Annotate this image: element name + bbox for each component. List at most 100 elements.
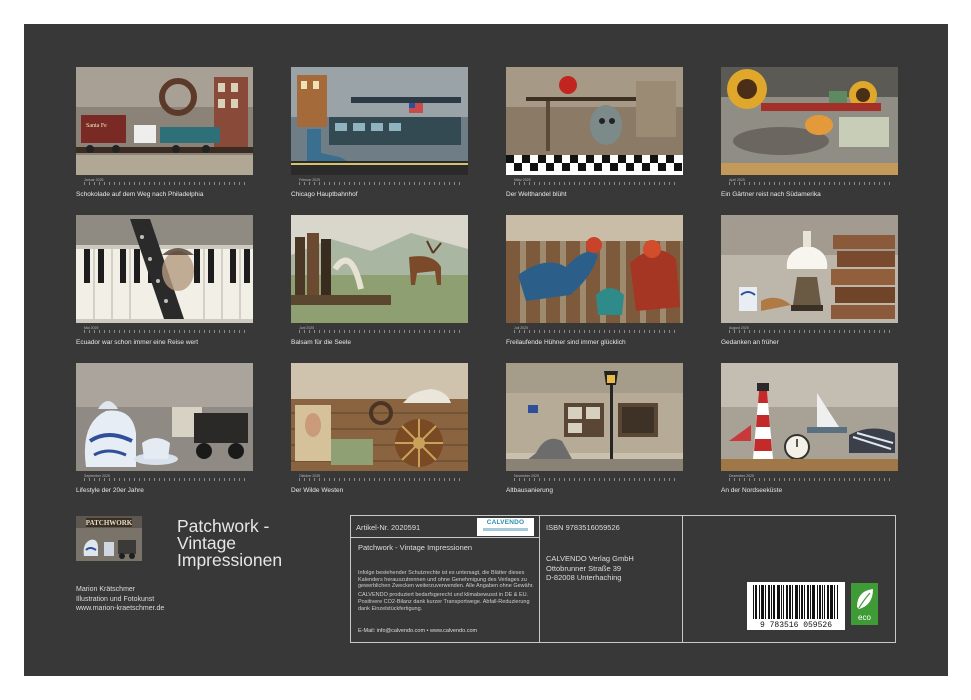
month-photo-december — [721, 363, 898, 471]
month-photo-january: Santa Fe — [76, 67, 253, 175]
barcode-bar — [802, 585, 803, 619]
mini-calendar-row — [729, 182, 894, 185]
barcode-bar — [769, 585, 770, 619]
calvendo-logo: CALVENDO — [477, 518, 534, 536]
barcode-bar — [807, 585, 808, 619]
contact-line[interactable]: E-Mail: info@calvendo.com • www.calvendo… — [358, 628, 477, 634]
barcode-bar — [817, 585, 818, 619]
barcode-bar — [759, 585, 760, 619]
barcode-bar — [837, 585, 838, 619]
barcode-bar — [820, 585, 821, 619]
barcode-digits: 9 783516 059526 — [760, 621, 832, 630]
legal-copyright: Infolge bestehender Schutzrechte ist es … — [358, 570, 534, 590]
month-photo-march — [506, 67, 683, 175]
month-overview-grid: Santa Fe Januar 2025 Schokolade auf dem … — [76, 67, 898, 507]
barcode-bar — [831, 585, 832, 619]
barcode-bar — [810, 585, 811, 619]
month-tile-september[interactable]: September 2025 Lifestyle der 20er Jahre — [76, 363, 253, 503]
svg-text:Santa Fe: Santa Fe — [86, 123, 107, 129]
month-tile-june[interactable]: Juni 2025 Balsam für die Seele — [291, 215, 468, 355]
barcode-bar — [773, 585, 774, 619]
article-number: Artikel-Nr. 2020591 — [356, 523, 421, 532]
barcode-bar — [755, 585, 756, 619]
barcode-bar — [792, 585, 793, 619]
month-caption: Der Welthandel blüht — [506, 191, 567, 198]
calendar-title: Patchwork - Vintage Impressionen — [177, 517, 347, 570]
mini-calendar-row — [514, 330, 679, 333]
month-caption: Gedanken an früher — [721, 339, 779, 346]
isbn-barcode: 9 783516 059526 — [747, 582, 845, 630]
month-caption: Der Wilde Westen — [291, 487, 344, 494]
title-line: Impressionen — [177, 550, 283, 570]
month-tile-march[interactable]: März 2025 Der Welthandel blüht — [506, 67, 683, 207]
month-photo-november — [506, 363, 683, 471]
mini-calendar-row — [514, 182, 679, 185]
mini-calendar-row — [84, 478, 249, 481]
barcode-bar — [824, 585, 825, 619]
barcode-bar — [822, 585, 823, 619]
barcode-bar — [777, 585, 778, 619]
author-name: Marion Krätschmer — [76, 586, 136, 593]
barcode-bar — [827, 585, 828, 619]
eco-badge: eco — [851, 583, 878, 625]
barcode-bar — [781, 585, 782, 619]
barcode-bar — [814, 585, 815, 619]
mini-calendar-row — [299, 478, 464, 481]
mini-calendar-row — [514, 478, 679, 481]
month-tile-january[interactable]: Santa Fe Januar 2025 Schokolade auf dem … — [76, 67, 253, 207]
barcode-bar — [762, 585, 763, 619]
month-caption: Balsam für die Seele — [291, 339, 351, 346]
month-caption: An der Nordseeküste — [721, 487, 783, 494]
month-photo-july — [506, 215, 683, 323]
eco-label: eco — [858, 613, 871, 622]
cover-thumbnail[interactable]: PATCHWORK — [76, 516, 142, 561]
author-info: Marion Krätschmer Illustration und Fotok… — [76, 585, 164, 614]
barcode-bar — [756, 585, 757, 619]
month-photo-august — [721, 215, 898, 323]
legal-climate: CALVENDO produziert bedarfsgerecht und k… — [358, 592, 530, 612]
month-tile-may[interactable]: Mai 2025 Ecuador war schon immer eine Re… — [76, 215, 253, 355]
cover-thumbnail-text: PATCHWORK — [86, 519, 133, 527]
month-tile-april[interactable]: April 2025 Ein Gärtner reist nach Südame… — [721, 67, 898, 207]
month-tile-july[interactable]: Juli 2025 Freilaufende Hühner sind immer… — [506, 215, 683, 355]
author-profession: Illustration und Fotokunst — [76, 595, 155, 603]
month-caption: Schokolade auf dem Weg nach Philadelphia — [76, 191, 204, 198]
barcode-bar — [834, 585, 835, 619]
barcode-bar — [832, 585, 833, 619]
mini-calendar-row — [84, 182, 249, 185]
legal-notice: Infolge bestehender Schutzrechte ist es … — [358, 570, 540, 614]
month-caption: Ecuador war schon immer eine Reise wert — [76, 339, 199, 346]
month-tile-december[interactable]: Dezember 2025 An der Nordseeküste — [721, 363, 898, 503]
barcode-bar — [813, 585, 814, 619]
mini-calendar-row — [729, 478, 894, 481]
month-tile-october[interactable]: Oktober 2025 Der Wilde Westen — [291, 363, 468, 503]
calendar-back-cover: Santa Fe Januar 2025 Schokolade auf dem … — [24, 24, 948, 676]
barcode-bar — [779, 585, 780, 619]
barcode-bar — [830, 585, 831, 619]
mini-calendar-row — [299, 182, 464, 185]
barcode-bar — [801, 585, 802, 619]
barcode-bar — [819, 585, 820, 619]
barcode-bar — [783, 585, 784, 619]
barcode-bar — [765, 585, 766, 619]
publisher-address: CALVENDO Verlag GmbH Ottobrunner Straße … — [546, 554, 634, 583]
barcode-bar — [804, 585, 805, 619]
month-tile-february[interactable]: Februar 2025 Chicago Hauptbahnhof — [291, 67, 468, 207]
month-photo-june — [291, 215, 468, 323]
barcode-bar — [786, 585, 787, 619]
barcode-bar — [795, 585, 796, 619]
barcode-bar — [787, 585, 788, 619]
mini-calendar-row — [729, 330, 894, 333]
month-caption: Lifestyle der 20er Jahre — [76, 487, 144, 494]
publisher-company: CALVENDO Verlag GmbH — [546, 554, 634, 563]
barcode-bar — [771, 585, 772, 619]
month-photo-september — [76, 363, 253, 471]
month-photo-october — [291, 363, 468, 471]
month-caption: Freilaufende Hühner sind immer glücklich — [506, 339, 626, 346]
month-photo-may — [76, 215, 253, 323]
barcode-bar — [789, 585, 790, 619]
month-tile-august[interactable]: August 2025 Gedanken an früher — [721, 215, 898, 355]
author-website[interactable]: www.marion-kraetschmer.de — [76, 604, 164, 614]
barcode-bar — [797, 585, 798, 619]
month-tile-november[interactable]: November 2025 Altbausanierung — [506, 363, 683, 503]
